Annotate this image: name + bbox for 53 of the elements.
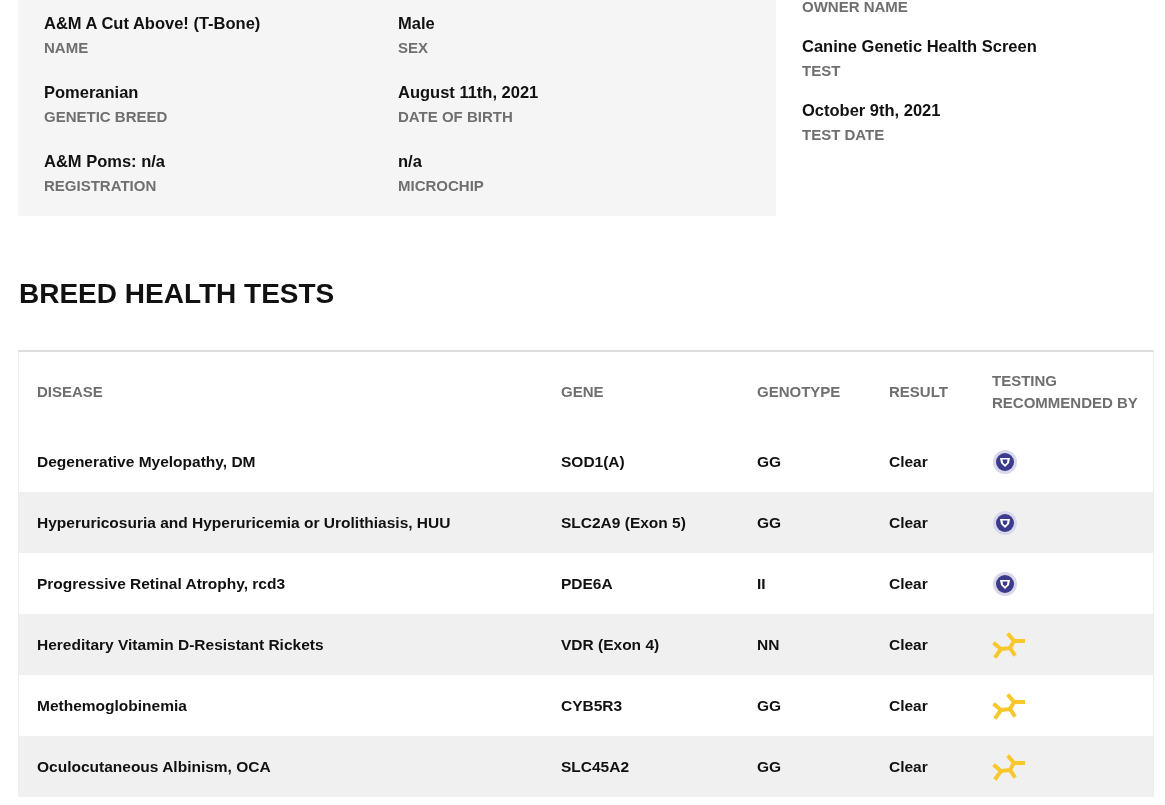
table-cell-text: GG (757, 696, 783, 715)
column-header: TESTING RECOMMENDED BY (992, 370, 1139, 413)
table-cell-text: Clear (889, 757, 929, 776)
table-cell-text: NN (757, 635, 781, 654)
table-cell-text: Clear (889, 635, 929, 654)
table-cell-text: GG (757, 757, 783, 776)
field-label: SEX (398, 39, 429, 56)
table-cell-text: GG (757, 513, 783, 532)
section-title: BREED HEALTH TESTS (19, 278, 336, 311)
table-cell-text: CYB5R3 (561, 696, 624, 715)
field-label: OWNER NAME (802, 0, 909, 15)
seal-icon (992, 448, 1018, 475)
table-cell-text: SLC45A2 (561, 757, 631, 776)
table-cell-text: Clear (889, 574, 929, 593)
table-cell-text: Progressive Retinal Atrophy, rcd3 (36, 574, 287, 593)
balloon-dog-icon (992, 752, 1026, 781)
field-label: MICROCHIP (398, 177, 485, 194)
balloon-dog-icon (992, 630, 1026, 659)
field-label: DATE OF BIRTH (398, 108, 514, 125)
field-label: TEST (802, 62, 842, 79)
table-cell-text: Clear (889, 696, 929, 715)
table-cell-text: Hyperuricosuria and Hyperuricemia or Urolithiasis, HUU (36, 513, 452, 532)
field-value: October 9th, 2021 (802, 101, 942, 120)
table-cell-text: Oculocutaneous Albinism, OCA (36, 757, 272, 776)
field-value: A&M A Cut Above! (T-Bone) (44, 14, 262, 33)
table-cell-text: Clear (889, 452, 929, 471)
field-label: GENETIC BREED (44, 108, 169, 125)
table-cell-text: GG (757, 452, 783, 471)
table-cell-text: Clear (889, 513, 929, 532)
column-header: GENE (561, 381, 605, 402)
table-cell-text: Hereditary Vitamin D-Resistant Rickets (36, 635, 325, 654)
field-label: TEST DATE (802, 126, 886, 143)
table-cell-text: VDR (Exon 4) (561, 635, 661, 654)
table-cell-text: II (757, 574, 767, 593)
field-value: n/a (398, 152, 423, 171)
field-value: Male (398, 14, 436, 33)
seal-icon (992, 509, 1018, 536)
balloon-dog-icon (992, 691, 1026, 720)
field-value: Canine Genetic Health Screen (802, 37, 1037, 56)
table-cell-text: Methemoglobinemia (36, 696, 188, 715)
column-header: DISEASE (36, 381, 104, 402)
column-header: RESULT (889, 381, 949, 402)
column-header: GENOTYPE (757, 381, 842, 402)
field-value: Pomeranian (44, 83, 140, 102)
table-cell-text: Degenerative Myelopathy, DM (36, 452, 257, 471)
table-cell-text: PDE6A (561, 574, 614, 593)
seal-icon (992, 570, 1018, 597)
table-cell-text: SOD1(A) (561, 452, 626, 471)
field-label: REGISTRATION (44, 177, 158, 194)
field-value: August 11th, 2021 (398, 83, 540, 102)
table-cell-text: SLC2A9 (Exon 5) (561, 513, 687, 532)
field-value: A&M Poms: n/a (44, 152, 166, 171)
field-label: NAME (44, 39, 90, 56)
